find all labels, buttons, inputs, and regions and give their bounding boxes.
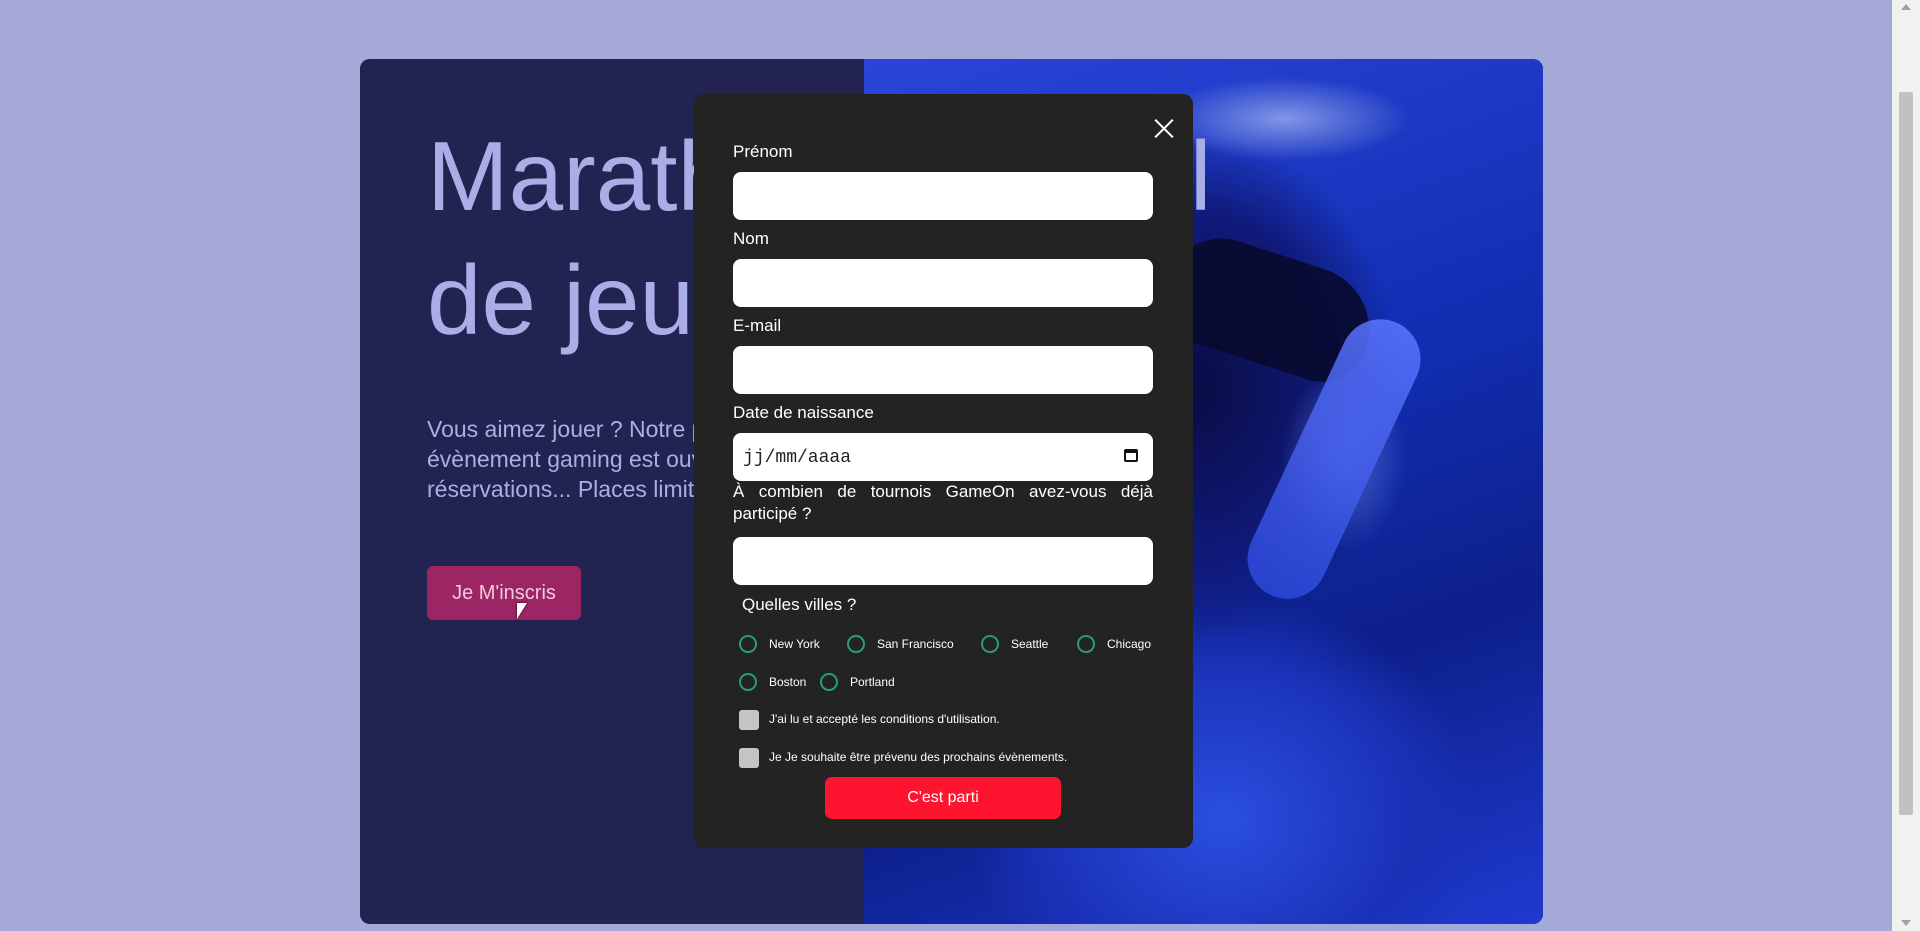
last-name-input[interactable] (733, 259, 1153, 307)
cities-label: Quelles villes ? (742, 595, 857, 614)
scrollbar-thumb[interactable] (1899, 92, 1913, 815)
email-label: E-mail (733, 316, 782, 335)
radio-chicago[interactable] (1077, 635, 1095, 653)
newsletter-label: Je Je souhaite être prévenu des prochain… (769, 750, 1068, 764)
newsletter-checkbox[interactable] (739, 748, 759, 768)
radio-boston[interactable] (739, 673, 757, 691)
birthdate-label: Date de naissance (733, 403, 874, 422)
terms-label: J'ai lu et accepté les conditions d'util… (769, 712, 1000, 726)
birthdate-placeholder: jj/mm/aaaa (743, 448, 852, 468)
radio-new-york[interactable] (739, 635, 757, 653)
scrollbar[interactable] (1892, 0, 1920, 931)
terms-checkbox[interactable] (739, 710, 759, 730)
city-label-new-york: New York (769, 637, 820, 651)
signup-modal: Prénom Nom E-mail Date de naissance jj/m… (694, 94, 1193, 848)
city-label-portland: Portland (850, 675, 895, 689)
city-label-seattle: Seattle (1011, 637, 1049, 651)
submit-button[interactable]: C'est parti (825, 777, 1061, 819)
city-label-chicago: Chicago (1107, 637, 1152, 651)
city-label-boston: Boston (769, 675, 807, 689)
tournaments-label: À combien de tournois GameOn avez-vous d… (733, 482, 1153, 523)
first-name-input[interactable] (733, 172, 1153, 220)
close-icon[interactable] (1149, 113, 1179, 143)
first-name-label: Prénom (733, 142, 793, 161)
radio-seattle[interactable] (981, 635, 999, 653)
calendar-icon[interactable] (1124, 449, 1138, 462)
radio-san-francisco[interactable] (847, 635, 865, 653)
email-input[interactable] (733, 346, 1153, 394)
radio-portland[interactable] (820, 673, 838, 691)
signup-button[interactable]: Je M'inscris (427, 566, 581, 620)
last-name-label: Nom (733, 229, 769, 248)
city-label-san-francisco: San Francisco (877, 637, 954, 651)
scroll-down-icon[interactable] (1901, 920, 1911, 926)
scroll-up-icon[interactable] (1901, 4, 1911, 10)
tournaments-input[interactable] (733, 537, 1153, 585)
